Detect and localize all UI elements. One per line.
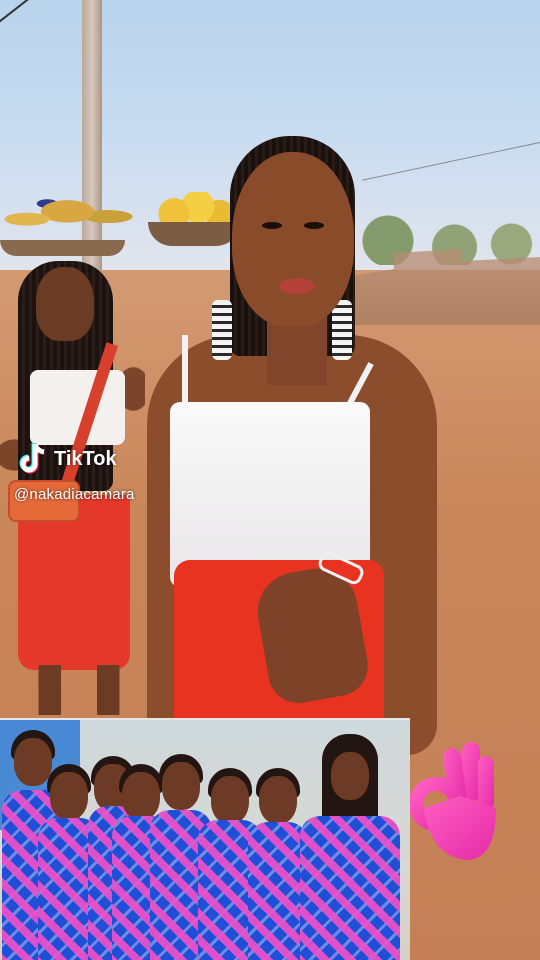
beaded-braid-right (332, 300, 352, 360)
group-member (248, 720, 308, 960)
top-strap (182, 335, 188, 410)
banana-fruit (0, 188, 135, 240)
face (232, 152, 354, 327)
eye-right (304, 222, 324, 229)
video-frame: TikTok @nakadiacamara (0, 0, 540, 960)
tiktok-watermark: TikTok (18, 442, 117, 476)
ok-hand-emoji-icon (409, 738, 502, 866)
bowl (0, 240, 125, 256)
creator-handle: @nakadiacamara (14, 486, 135, 503)
inset-group-photo (0, 718, 410, 960)
legs (34, 665, 124, 715)
tiktok-logo-icon (18, 442, 48, 476)
face (36, 267, 94, 341)
eye-left (262, 222, 282, 229)
fruit-bowl-bananas (0, 188, 135, 264)
woman-center (122, 130, 442, 755)
beaded-braid-left (212, 300, 232, 360)
tiktok-brand: TikTok (54, 447, 117, 470)
group-member (300, 720, 400, 960)
lips (279, 278, 315, 294)
